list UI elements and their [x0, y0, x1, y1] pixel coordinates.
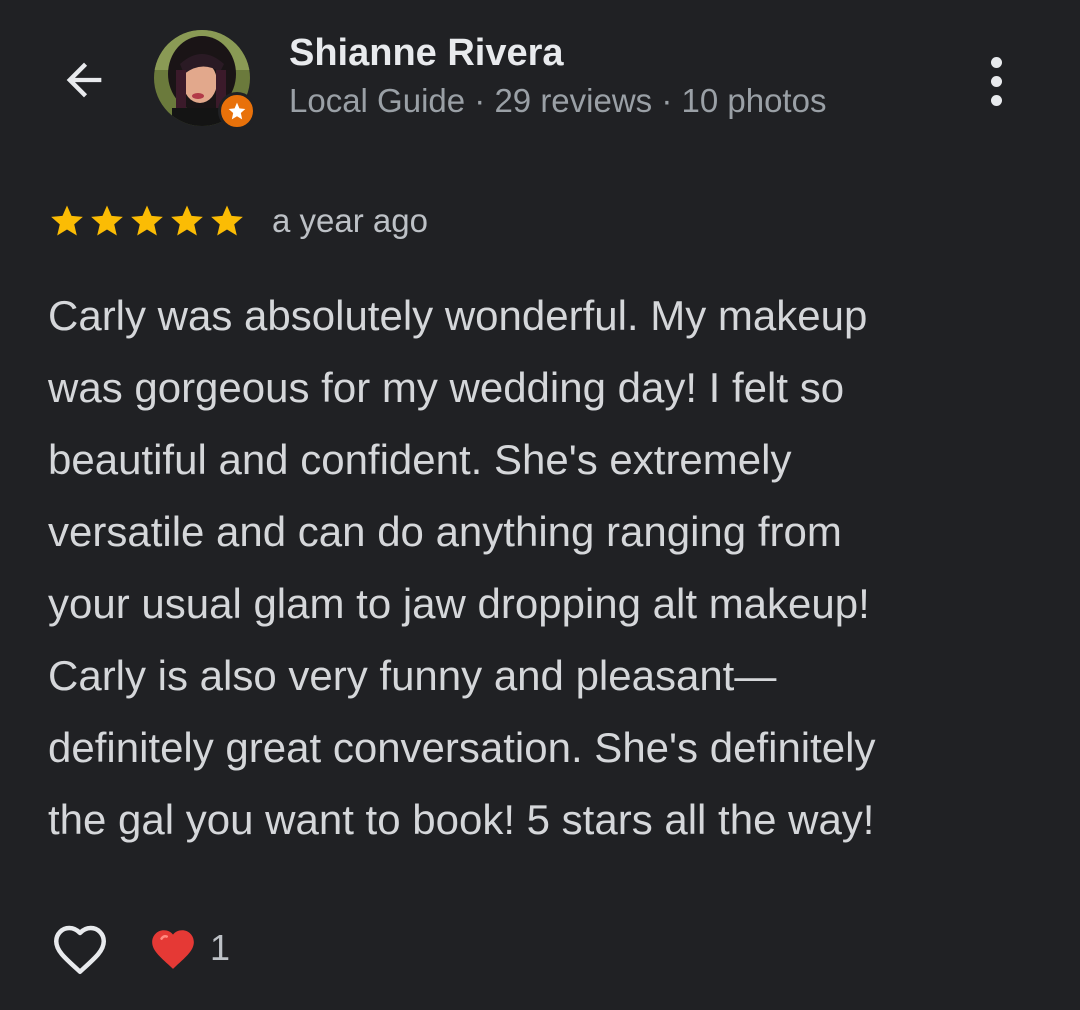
more-vert-icon — [990, 56, 1002, 68]
review-actions: 1 — [48, 916, 230, 980]
like-button[interactable] — [48, 916, 112, 980]
arrow-back-icon — [66, 62, 102, 98]
reaction-count: 1 — [210, 927, 231, 968]
local-guide-star-icon — [228, 102, 246, 120]
rating-row: a year ago — [48, 196, 428, 246]
review-text-line: Carly was absolutely wonderful. My makeu… — [48, 292, 868, 339]
review-text-line: versatile and can do anything ranging fr… — [48, 508, 842, 555]
review-header: Shianne Rivera Local Guide · 29 reviews … — [0, 0, 1080, 160]
profile-avatar-button[interactable] — [154, 30, 256, 130]
star-rating — [48, 202, 246, 240]
star-icon — [171, 205, 203, 236]
review-time: a year ago — [272, 202, 428, 239]
star-icon — [51, 205, 83, 236]
reaction-summary[interactable]: 1 — [148, 925, 230, 971]
heart-outline-icon — [54, 925, 106, 974]
back-button[interactable] — [54, 50, 114, 110]
reviewer-name[interactable]: Shianne Rivera — [289, 32, 564, 75]
more-options-button[interactable] — [966, 46, 1026, 116]
star-icon — [211, 205, 243, 236]
star-icon — [131, 205, 163, 236]
review-text-line: was gorgeous for my wedding day! I felt … — [48, 364, 845, 411]
reviewer-meta: Local Guide · 29 reviews · 10 photos — [289, 82, 827, 119]
star-icon — [91, 205, 123, 236]
review-text-line: the gal you want to book! 5 stars all th… — [48, 796, 875, 843]
review-text-line: definitely great conversation. She's def… — [48, 724, 876, 771]
review-text-line: Carly is also very funny and pleasant— — [48, 652, 777, 699]
red-heart-icon — [152, 930, 194, 969]
review-body: Carly was absolutely wonderful. My makeu… — [48, 280, 1048, 856]
local-guide-badge — [218, 92, 256, 130]
review-text-line: beautiful and confident. She's extremely — [48, 436, 792, 483]
review-text-line: your usual glam to jaw dropping alt make… — [48, 580, 870, 627]
